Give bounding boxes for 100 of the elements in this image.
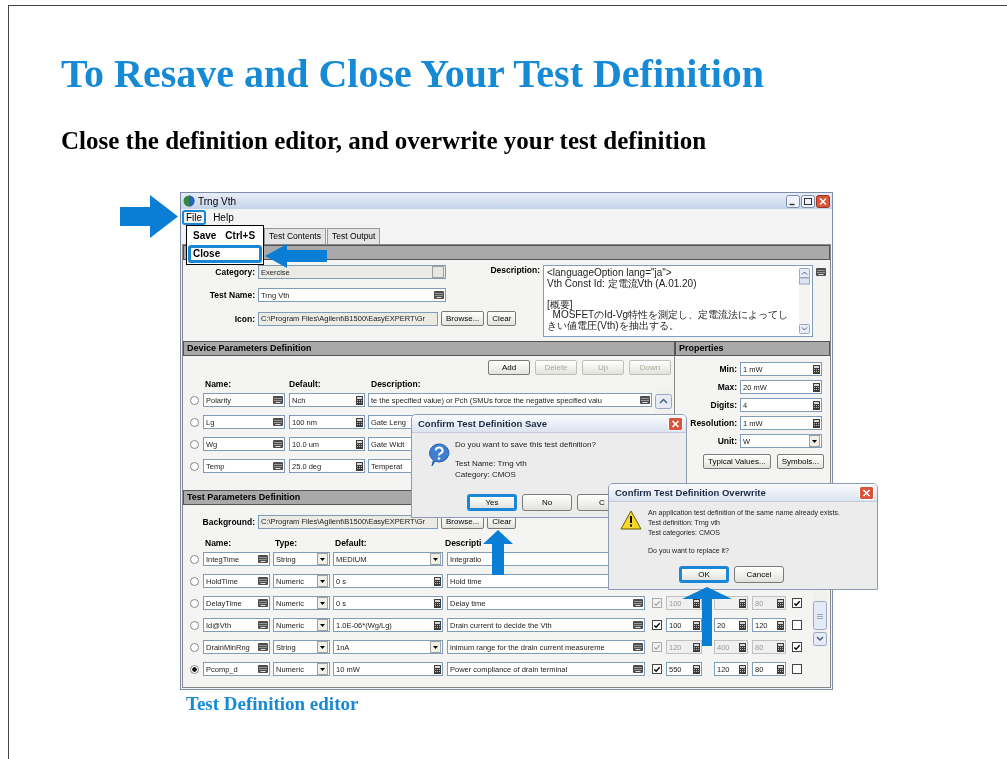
keyboard-icon[interactable] [258, 643, 268, 651]
field-label: Max: [716, 382, 737, 392]
app-icon [183, 195, 195, 207]
column-header: Name: [205, 538, 232, 548]
calculator-icon[interactable] [813, 382, 820, 392]
keyboard-icon[interactable] [816, 268, 826, 276]
tab[interactable]: Test Contents [264, 228, 326, 244]
calculator-icon[interactable] [777, 598, 784, 608]
dropdown-button[interactable] [430, 553, 441, 565]
radio-button[interactable] [190, 554, 199, 564]
callout-arrow [265, 244, 327, 268]
calculator-icon[interactable] [434, 598, 441, 608]
dialog-button[interactable]: Cancel [734, 566, 784, 583]
keyboard-icon[interactable] [258, 577, 268, 585]
keyboard-icon[interactable] [633, 665, 643, 673]
radio-button[interactable] [190, 417, 199, 427]
column-header: Default: [335, 538, 368, 548]
keyboard-icon[interactable] [273, 418, 283, 426]
message-text: Category: CMOS [455, 469, 517, 480]
keyboard-icon[interactable] [640, 396, 650, 404]
keyboard-icon[interactable] [273, 396, 283, 404]
dialog-open-button[interactable]: Symbols... [776, 454, 824, 469]
keyboard-icon[interactable] [273, 462, 283, 470]
dialog-button[interactable]: Yes [467, 494, 517, 511]
calculator-icon[interactable] [777, 664, 784, 674]
menu-item[interactable]: Save Ctrl+S [188, 227, 262, 245]
checkbox[interactable] [652, 642, 662, 652]
checkbox[interactable] [652, 620, 662, 630]
radio-button[interactable] [190, 461, 199, 471]
clear-button[interactable]: Clear [487, 311, 517, 326]
calculator-icon[interactable] [777, 642, 784, 652]
scrollbar [799, 268, 810, 334]
checkbox[interactable] [792, 598, 802, 608]
calculator-icon[interactable] [739, 620, 746, 630]
shortcut-text: Ctrl+S [225, 230, 256, 242]
calculator-icon[interactable] [356, 395, 363, 405]
calculator-icon[interactable] [434, 620, 441, 630]
keyboard-icon[interactable] [258, 599, 268, 607]
calculator-icon[interactable] [813, 400, 820, 410]
dialog-button[interactable]: No [522, 494, 572, 511]
radio-button[interactable] [190, 395, 199, 405]
menu-item[interactable]: Help [209, 210, 238, 225]
figure-caption: Test Definition editor [186, 693, 360, 715]
maximize-button[interactable] [801, 194, 815, 208]
dropdown-button[interactable] [430, 641, 441, 653]
radio-button[interactable] [190, 439, 199, 449]
calculator-icon[interactable] [434, 664, 441, 674]
radio-button[interactable] [190, 620, 199, 630]
checkbox[interactable] [652, 664, 662, 674]
calculator-icon[interactable] [356, 417, 363, 427]
radio-button[interactable] [190, 598, 199, 608]
field-label: Background: [201, 516, 255, 527]
dropdown-button[interactable] [317, 641, 328, 653]
calculator-icon[interactable] [739, 642, 746, 652]
radio-button[interactable] [190, 664, 199, 674]
message-text: Do you want to save this test definition? [455, 439, 596, 450]
tab[interactable]: Test Output [327, 228, 381, 244]
calculator-icon[interactable] [693, 664, 700, 674]
keyboard-icon[interactable] [258, 555, 268, 563]
calculator-icon[interactable] [434, 576, 441, 586]
keyboard-icon[interactable] [258, 665, 268, 673]
calculator-icon[interactable] [739, 598, 746, 608]
calculator-icon[interactable] [777, 620, 784, 630]
radio-button[interactable] [190, 576, 199, 586]
description-field[interactable]: <languageOption lang="ja"> Vth Const Id: 定電流Vth (A.01.20) [概要] MOSFETのId-Vg特性を測定し、定電流法によってしきい値電圧(Vth)を抽出する。 [543, 265, 813, 337]
callout-arrow [682, 587, 732, 646]
keyboard-icon[interactable] [633, 621, 643, 629]
dropdown-button[interactable] [317, 575, 328, 587]
dialog-open-button[interactable]: Typical Values... [703, 454, 771, 469]
callout-arrow [120, 195, 178, 238]
calculator-icon[interactable] [356, 461, 363, 471]
keyboard-icon[interactable] [273, 440, 283, 448]
keyboard-icon[interactable] [434, 291, 444, 299]
checkbox[interactable] [652, 598, 662, 608]
calculator-icon[interactable] [693, 598, 700, 608]
checkbox[interactable] [792, 642, 802, 652]
menu-item[interactable]: Close [188, 245, 262, 263]
calculator-icon[interactable] [693, 642, 700, 652]
dropdown-button[interactable] [809, 435, 820, 447]
dropdown-button[interactable] [317, 597, 328, 609]
dropdown-button[interactable] [317, 553, 328, 565]
calculator-icon[interactable] [813, 364, 820, 374]
keyboard-icon[interactable] [633, 643, 643, 651]
dropdown-button[interactable] [317, 619, 328, 631]
calculator-icon[interactable] [693, 620, 700, 630]
browse-button[interactable]: Browse... [441, 311, 485, 326]
warning-icon [620, 510, 642, 530]
radio-button[interactable] [190, 642, 199, 652]
calculator-icon[interactable] [813, 418, 820, 428]
dialog-button[interactable]: OK [679, 566, 729, 583]
checkbox[interactable] [792, 664, 802, 674]
keyboard-icon[interactable] [258, 621, 268, 629]
checkbox[interactable] [792, 620, 802, 630]
question-icon [428, 443, 450, 467]
calculator-icon[interactable] [739, 664, 746, 674]
dropdown-button[interactable] [317, 663, 328, 675]
toolbar-button[interactable]: Add [488, 360, 530, 375]
keyboard-icon[interactable] [633, 599, 643, 607]
close-button[interactable] [816, 194, 830, 208]
calculator-icon[interactable] [356, 439, 363, 449]
